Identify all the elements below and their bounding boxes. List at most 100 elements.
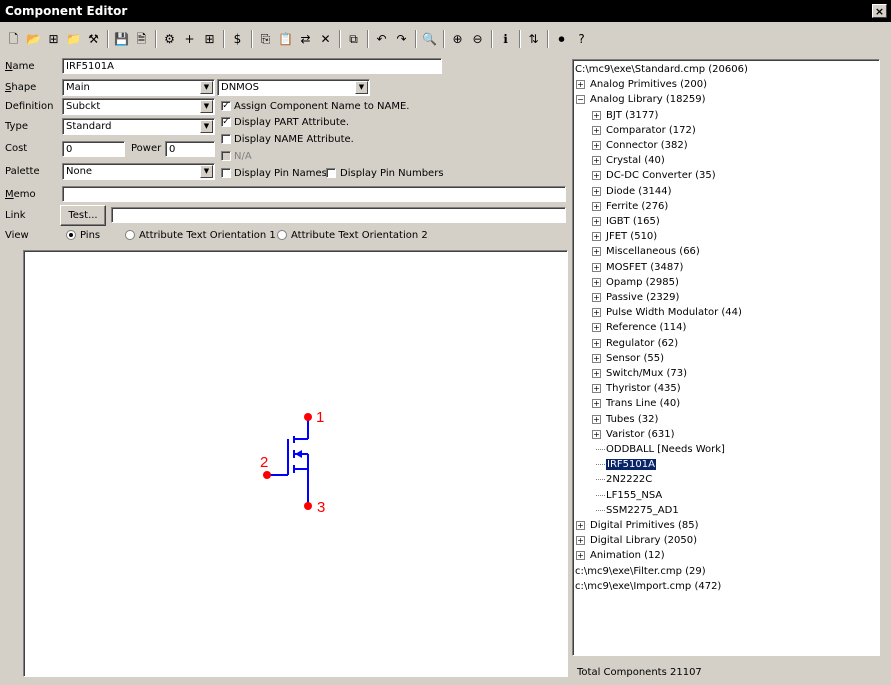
expand-icon[interactable]: +	[592, 217, 601, 226]
display-name-checkbox[interactable]	[221, 134, 231, 144]
sort-icon[interactable]: ⇅	[524, 29, 543, 49]
tree-icon[interactable]: ⊞	[44, 29, 63, 49]
find-icon[interactable]: 🔍	[420, 29, 439, 49]
shape-type-select[interactable]: DNMOS ▼	[217, 79, 370, 96]
component-wizard-icon[interactable]: ⚙	[160, 29, 179, 49]
tree-item[interactable]: + Sensor (55)	[592, 351, 664, 366]
display-part-checkbox[interactable]: ✓	[221, 117, 231, 127]
zoom-in-icon[interactable]: ⊕	[448, 29, 467, 49]
chevron-down-icon[interactable]: ▼	[200, 120, 213, 133]
cost-field[interactable]: 0	[62, 141, 125, 157]
merge-icon[interactable]: ⧉	[344, 29, 363, 49]
chevron-down-icon[interactable]: ▼	[200, 165, 213, 178]
tree-item[interactable]: + Digital Library (2050)	[576, 533, 697, 548]
tree-item[interactable]: IRF5101A	[596, 457, 656, 472]
pins-radio[interactable]	[66, 230, 76, 240]
tree-item[interactable]: + Switch/Mux (73)	[592, 366, 687, 381]
pin-names-checkbox[interactable]	[221, 168, 231, 178]
tree-item[interactable]: + BJT (3177)	[592, 108, 658, 123]
assign-name-checkbox[interactable]: ✓	[221, 101, 231, 111]
tree-item[interactable]: + Trans Line (40)	[592, 396, 680, 411]
attr-orientation-1-radio[interactable]	[125, 230, 135, 240]
expand-icon[interactable]: +	[576, 80, 585, 90]
undo-icon[interactable]: ↶	[372, 29, 391, 49]
tree-item[interactable]: ODDBALL [Needs Work]	[596, 442, 725, 457]
expand-icon[interactable]: +	[592, 277, 601, 287]
pin-1-dot[interactable]	[304, 413, 312, 421]
chevron-down-icon[interactable]: ▼	[355, 81, 368, 94]
tree-item[interactable]: + Tubes (32)	[592, 412, 658, 427]
info-icon[interactable]: ℹ	[496, 29, 515, 49]
expand-icon[interactable]: +	[592, 429, 601, 439]
tree-item[interactable]: + Thyristor (435)	[592, 381, 681, 396]
collapse-icon[interactable]: −	[576, 95, 585, 105]
new-icon[interactable]: 🗋	[4, 29, 23, 49]
tree-item[interactable]: + Connector (382)	[592, 138, 688, 153]
tree-item[interactable]: c:\mc9\exe\Import.cmp (472)	[575, 579, 721, 594]
pin-3-dot[interactable]	[304, 502, 312, 510]
redo-icon[interactable]: ↷	[392, 29, 411, 49]
expand-icon[interactable]: +	[576, 536, 585, 546]
chevron-down-icon[interactable]: ▼	[200, 100, 213, 113]
tree-item[interactable]: C:\mc9\exe\Standard.cmp (20606)	[575, 62, 748, 77]
delete-icon[interactable]: ✕	[316, 29, 335, 49]
tree-item[interactable]: + Ferrite (276)	[592, 199, 668, 214]
tree-item[interactable]: + Crystal (40)	[592, 153, 665, 168]
expand-icon[interactable]: +	[592, 156, 601, 166]
tree-item[interactable]: − Analog Library (18259)	[576, 92, 706, 107]
tree-item[interactable]: + IGBT (165)	[592, 214, 660, 229]
paste-icon[interactable]: 📋	[276, 29, 295, 49]
expand-icon[interactable]: +	[592, 414, 601, 424]
shape-select[interactable]: Main ▼	[62, 79, 215, 96]
open-folder-icon[interactable]: 📂	[24, 29, 43, 49]
replace-icon[interactable]: ⇄	[296, 29, 315, 49]
close-icon[interactable]: ×	[872, 4, 887, 18]
test-button[interactable]: Test...	[60, 205, 106, 226]
tree-item[interactable]: + Opamp (2985)	[592, 275, 679, 290]
expand-icon[interactable]: +	[592, 201, 601, 211]
component-tree[interactable]: C:\mc9\exe\Standard.cmp (20606) + Analog P…	[572, 59, 880, 656]
tree-item[interactable]: + Passive (2329)	[592, 290, 679, 305]
tree-item[interactable]: + Comparator (172)	[592, 123, 696, 138]
tree-item[interactable]: LF155_NSA	[596, 488, 662, 503]
tree-item[interactable]: SSM2275_AD1	[596, 503, 679, 518]
tree-item[interactable]: + Pulse Width Modulator (44)	[592, 305, 742, 320]
dollar-icon[interactable]: $	[228, 29, 247, 49]
tree-item[interactable]: + Animation (12)	[576, 548, 665, 563]
tree-item[interactable]: + Analog Primitives (200)	[576, 77, 707, 92]
memo-field[interactable]	[62, 186, 566, 202]
expand-icon[interactable]: +	[592, 338, 601, 348]
open-icon[interactable]: 📁	[64, 29, 83, 49]
tree-item[interactable]: + Diode (3144)	[592, 184, 672, 199]
tree-item[interactable]: + DC-DC Converter (35)	[592, 168, 716, 183]
expand-icon[interactable]: +	[592, 293, 601, 302]
expand-icon[interactable]: +	[592, 369, 601, 378]
zoom-out-icon[interactable]: ⊖	[468, 29, 487, 49]
definition-select[interactable]: Subckt ▼	[62, 98, 215, 115]
expand-icon[interactable]: +	[592, 232, 601, 242]
tree-item[interactable]: + Varistor (631)	[592, 427, 675, 442]
expand-icon[interactable]: +	[592, 399, 601, 409]
tree-item[interactable]: + Miscellaneous (66)	[592, 244, 700, 259]
wand-icon[interactable]: ⚒	[84, 29, 103, 49]
palette-select[interactable]: None ▼	[62, 163, 215, 180]
power-field[interactable]: 0	[165, 141, 215, 157]
tree-item[interactable]: + Digital Primitives (85)	[576, 518, 699, 533]
expand-icon[interactable]: +	[592, 262, 601, 272]
pin-2-dot[interactable]	[263, 471, 271, 479]
stop-icon[interactable]: ⏺	[552, 29, 571, 49]
expand-icon[interactable]: +	[592, 247, 601, 257]
expand-icon[interactable]: +	[576, 551, 585, 561]
pin-numbers-checkbox[interactable]	[326, 168, 336, 178]
expand-icon[interactable]: +	[592, 110, 601, 120]
chevron-down-icon[interactable]: ▼	[200, 81, 213, 94]
tree-item[interactable]: 2N2222C	[596, 472, 652, 487]
expand-icon[interactable]: +	[592, 323, 601, 333]
expand-icon[interactable]: +	[592, 308, 601, 318]
tree-item[interactable]: + MOSFET (3487)	[592, 260, 683, 275]
shape-canvas[interactable]: 1 2 3	[23, 250, 568, 677]
attr-orientation-2-radio[interactable]	[277, 230, 287, 240]
copy-icon[interactable]: ⎘	[256, 29, 275, 49]
expand-icon[interactable]: +	[592, 125, 601, 135]
tree-item[interactable]: + JFET (510)	[592, 229, 657, 244]
